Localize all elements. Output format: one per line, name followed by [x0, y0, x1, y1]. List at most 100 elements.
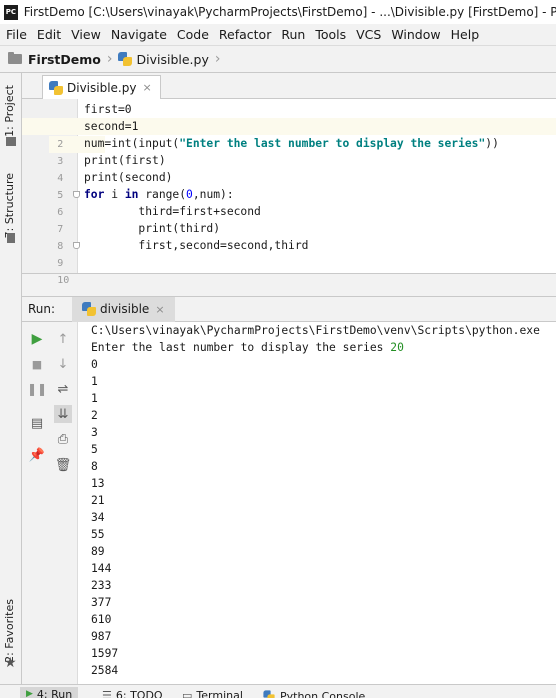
breadcrumb-file[interactable]: Divisible.py: [136, 52, 208, 67]
code-line: 7 third=first+second: [22, 203, 556, 235]
console-output-line: 21: [91, 494, 105, 507]
code-line: 6 for i in range(0,num):: [22, 186, 556, 218]
close-icon[interactable]: ×: [142, 81, 151, 94]
chevron-right-icon: ›: [106, 51, 113, 67]
menu-edit[interactable]: Edit: [33, 27, 67, 42]
console-output-line: 34: [91, 511, 105, 524]
rerun-icon[interactable]: ▶: [28, 330, 46, 348]
bottom-tool-bar: ▶ 4: Run ☰ 6: TODO ▭ Terminal Python Con…: [0, 684, 556, 698]
pin-icon[interactable]: 📌: [28, 446, 46, 464]
up-arrow-icon[interactable]: ↑: [54, 330, 72, 348]
star-icon: ★: [4, 655, 17, 671]
console-output-line: 1: [91, 392, 98, 405]
console-output-line: 610: [91, 613, 112, 626]
tool-window-project[interactable]: 1: Project: [3, 85, 16, 137]
menu-navigate[interactable]: Navigate: [107, 27, 173, 42]
python-console-icon: [263, 690, 275, 698]
run-label: Run:: [28, 302, 56, 316]
console-output-line: 5: [91, 443, 98, 456]
code-text: print(second): [84, 171, 173, 184]
fold-marker-icon[interactable]: [73, 242, 80, 249]
code-line: 3 num=int(input("Enter the last number t…: [22, 135, 556, 167]
code-line: 5 print(second): [22, 169, 556, 201]
console-output-line: 987: [91, 630, 112, 643]
tool-window-favorites[interactable]: 2: Favorites: [3, 599, 16, 663]
menu-vcs[interactable]: VCS: [352, 27, 387, 42]
trash-icon[interactable]: 🗑: [54, 456, 72, 474]
console-output-line: 1597: [91, 647, 119, 660]
code-text: second=1: [84, 120, 139, 133]
fold-marker-icon[interactable]: [73, 191, 80, 198]
code-line: 4 print(first): [22, 152, 556, 184]
code-line: 1 first=0: [22, 101, 556, 133]
scroll-to-end-icon[interactable]: ⇊: [54, 405, 72, 423]
console-output-line: 233: [91, 579, 112, 592]
python-file-icon: [118, 52, 133, 66]
menu-code[interactable]: Code: [173, 27, 215, 42]
menu-view[interactable]: View: [67, 27, 107, 42]
code-line-current: 2 second=1: [22, 118, 556, 153]
code-line: 10: [22, 254, 556, 286]
bottom-tab-run[interactable]: ▶ 4: Run: [20, 687, 79, 698]
console-output-line: 89: [91, 545, 105, 558]
editor-tab-label: Divisible.py: [67, 80, 137, 95]
project-icon: [6, 137, 16, 146]
print-icon[interactable]: ⎙: [54, 430, 72, 448]
bottom-tab-python-console[interactable]: Python Console: [262, 689, 365, 698]
pycharm-logo-icon: PC: [4, 4, 18, 20]
run-console[interactable]: C:\Users\vinayak\PycharmProjects\FirstDe…: [78, 322, 556, 684]
editor-tab-bar: Divisible.py ×: [22, 73, 556, 99]
menu-help[interactable]: Help: [447, 27, 486, 42]
structure-icon: [7, 233, 15, 243]
run-panel-header: Run: divisible ×: [22, 296, 556, 322]
restore-layout-icon[interactable]: ▤: [28, 414, 46, 432]
code-editor[interactable]: 1 first=0 2 second=1 3 num=int(input("En…: [22, 99, 556, 286]
console-output-line: 2584: [91, 664, 119, 677]
bottom-tab-python-console-label: Python Console: [280, 689, 366, 698]
menu-file[interactable]: File: [2, 27, 33, 42]
down-arrow-icon[interactable]: ↓: [54, 355, 72, 373]
close-icon[interactable]: ×: [155, 303, 164, 316]
code-text: print(third): [84, 222, 221, 235]
bottom-tab-todo[interactable]: ☰ 6: TODO: [102, 689, 163, 698]
code-text: print(first): [84, 154, 166, 167]
console-output-line: 2: [91, 409, 98, 422]
menu-tools[interactable]: Tools: [311, 27, 352, 42]
bottom-tab-terminal-label: Terminal: [196, 689, 243, 698]
pause-icon[interactable]: ❚❚: [27, 380, 47, 398]
code-text: first=0: [84, 103, 132, 116]
menu-window[interactable]: Window: [387, 27, 446, 42]
code-text: first,second=second,third: [84, 239, 309, 252]
breadcrumb-project[interactable]: FirstDemo: [28, 52, 101, 67]
breadcrumb: FirstDemo › Divisible.py ›: [0, 45, 556, 73]
console-output-line: 0: [91, 358, 98, 371]
console-user-input: 20: [390, 341, 404, 354]
terminal-icon: ▭: [182, 689, 193, 698]
chevron-right-icon: ›: [214, 51, 221, 67]
code-line: 8 print(third): [22, 220, 556, 252]
code-text: third=first+second: [84, 205, 261, 218]
line-number: 10: [57, 275, 70, 286]
window-title: FirstDemo [C:\Users\vinayak\PycharmProje…: [23, 5, 556, 19]
menu-run[interactable]: Run: [277, 27, 311, 42]
python-file-icon: [49, 80, 63, 95]
left-tool-strip: 1: Project 7: Structure 2: Favorites ★: [0, 73, 22, 698]
soft-wrap-icon[interactable]: ⇌: [54, 380, 72, 398]
run-tab-label: divisible: [100, 302, 150, 316]
menu-refactor[interactable]: Refactor: [215, 27, 277, 42]
python-file-icon: [82, 302, 96, 316]
folder-icon: [8, 52, 22, 64]
console-output-line: 144: [91, 562, 112, 575]
bottom-tab-todo-label: 6: TODO: [115, 689, 163, 698]
console-output-line: 1: [91, 375, 98, 388]
console-output-line: 55: [91, 528, 105, 541]
console-output-line: 8: [91, 460, 98, 473]
console-command-line: C:\Users\vinayak\PycharmProjects\FirstDe…: [91, 324, 540, 337]
console-output-line: 3: [91, 426, 98, 439]
editor-tab-divisible[interactable]: Divisible.py ×: [42, 75, 161, 99]
run-toolbar: ▶ ↑ ■ ↓ ❚❚ ⇌ ⇊ ▤ ⎙ 📌 🗑: [22, 322, 78, 684]
tool-window-structure[interactable]: 7: Structure: [3, 173, 16, 238]
run-tab-divisible[interactable]: divisible ×: [72, 296, 175, 322]
bottom-tab-terminal[interactable]: ▭ Terminal: [182, 689, 243, 698]
stop-icon[interactable]: ■: [28, 355, 46, 373]
